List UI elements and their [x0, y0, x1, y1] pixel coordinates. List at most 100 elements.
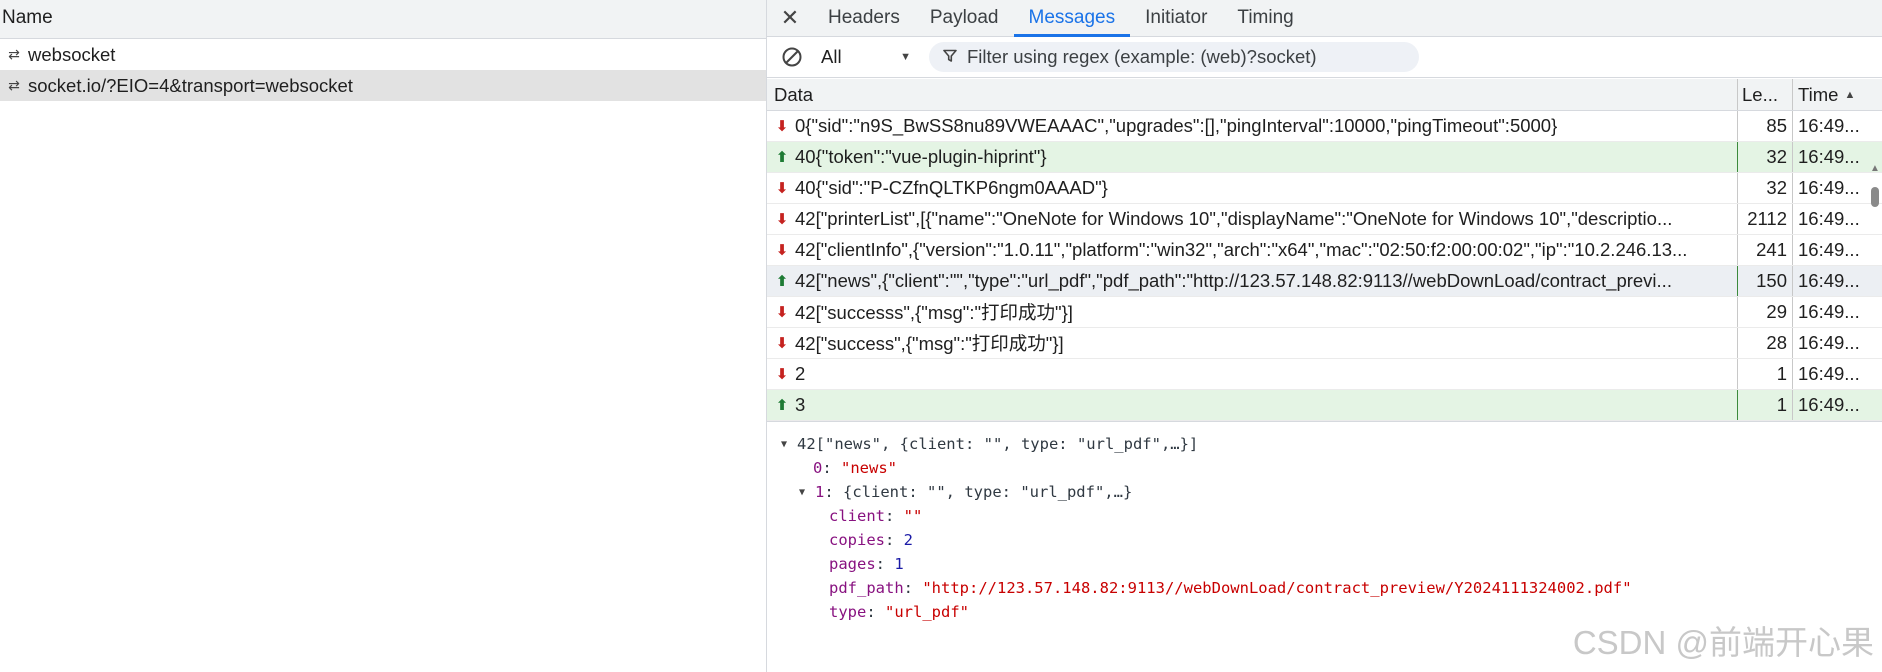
message-length: 241	[1738, 235, 1793, 265]
message-length: 150	[1738, 266, 1793, 296]
table-row[interactable]: ⬇ 42["printerList",[{"name":"OneNote for …	[767, 204, 1882, 235]
request-row-socketio[interactable]: ⇄ socket.io/?EIO=4&transport=websocket	[0, 70, 766, 101]
table-row[interactable]: ⬇ 40{"sid":"P-CZfnQLTKP6ngm0AAAD"} 32 16:49…	[767, 173, 1882, 204]
tree-node-1[interactable]: ▼ 1: {client: "", type: "url_pdf",…}	[781, 480, 1632, 504]
tree-value: 2	[903, 531, 914, 549]
column-header-time-label: Time	[1798, 83, 1839, 105]
tab-payload[interactable]: Payload	[915, 0, 1014, 36]
tree-value: "news"	[841, 459, 898, 477]
table-row[interactable]: ⬇ 2 1 16:49...	[767, 359, 1882, 390]
chevron-down-icon: ▼	[900, 51, 911, 63]
sort-ascending-icon: ▲	[1844, 88, 1856, 101]
table-row[interactable]: ⬆ 40{"token":"vue-plugin-hiprint"} 32 16:49…	[767, 142, 1882, 173]
arrow-up-icon: ⬆	[775, 273, 789, 290]
messages-table-header: Data Le... Time ▲	[767, 79, 1882, 111]
tree-field-copies: copies: 2	[829, 531, 914, 549]
message-data-cell: ⬆ 3	[767, 390, 1738, 420]
expand-triangle-icon[interactable]: ▼	[799, 487, 815, 498]
table-row[interactable]: ⬇ 42["success",{"msg":"打印成功"}] 28 16:49...	[767, 328, 1882, 359]
tree-key: pages	[829, 555, 876, 573]
expand-triangle-icon[interactable]: ▼	[781, 439, 797, 450]
scrollbar-thumb[interactable]	[1871, 187, 1879, 207]
message-data-cell: ⬆ 40{"token":"vue-plugin-hiprint"}	[767, 142, 1738, 172]
websocket-icon: ⇄	[8, 77, 20, 93]
tab-timing[interactable]: Timing	[1222, 0, 1308, 36]
arrow-down-icon: ⬇	[775, 366, 789, 383]
tree-fields: client: "" copies: 2 pages: 1 pdf_path: "ht…	[781, 504, 1632, 624]
message-time: 16:49...	[1798, 363, 1860, 384]
tab-headers[interactable]: Headers	[813, 0, 915, 36]
filter-input[interactable]	[965, 45, 1399, 69]
message-length: 32	[1738, 173, 1793, 203]
message-data: 42["printerList",[{"name":"OneNote for W…	[795, 208, 1673, 229]
message-length: 1	[1738, 390, 1793, 420]
tree-field-pdf_path: pdf_path: "http://123.57.148.82:9113//we…	[829, 579, 1632, 597]
detail-tabbar: ✕ Headers Payload Messages Initiator Tim…	[767, 0, 1882, 37]
message-data: 42["clientInfo",{"version":"1.0.11","pla…	[795, 239, 1688, 260]
scroll-up-icon[interactable]: ▲	[1870, 163, 1880, 174]
message-length: 32	[1738, 142, 1793, 172]
message-time: 16:49...	[1798, 177, 1860, 198]
message-data-cell: ⬇ 0{"sid":"n9S_BwSS8nu89VWEAAAC","upgrade…	[767, 111, 1738, 141]
message-type-value: All	[821, 46, 842, 67]
close-icon[interactable]: ✕	[767, 0, 813, 36]
detail-pane: ✕ Headers Payload Messages Initiator Tim…	[767, 0, 1882, 672]
vertical-scrollbar[interactable]: ▲ ▼	[1868, 163, 1882, 421]
clear-messages-icon[interactable]	[779, 44, 805, 70]
arrow-down-icon: ⬇	[775, 242, 789, 259]
tab-initiator[interactable]: Initiator	[1130, 0, 1222, 36]
message-data-cell: ⬇ 42["clientInfo",{"version":"1.0.11","pl…	[767, 235, 1738, 265]
filter-icon	[943, 49, 957, 66]
tree-field-type: type: "url_pdf"	[829, 603, 969, 621]
tree-value: "http://123.57.148.82:9113//webDownLoad/…	[922, 579, 1632, 597]
column-header-length[interactable]: Le...	[1738, 79, 1793, 110]
request-name: socket.io/?EIO=4&transport=websocket	[28, 74, 353, 96]
table-row[interactable]: ⬇ 0{"sid":"n9S_BwSS8nu89VWEAAAC","upgrade…	[767, 111, 1882, 142]
message-filter-bar: All ▼	[767, 37, 1882, 78]
column-header-time[interactable]: Time ▲	[1793, 79, 1867, 110]
arrow-down-icon: ⬇	[775, 118, 789, 135]
arrow-down-icon: ⬇	[775, 180, 789, 197]
message-time: 16:49...	[1798, 115, 1860, 136]
tree-root-node[interactable]: ▼ 42["news", {client: "", type: "url_pdf"…	[781, 432, 1632, 456]
tree-value: "url_pdf"	[885, 603, 969, 621]
arrow-down-icon: ⬇	[775, 211, 789, 228]
tree-key: 1	[815, 483, 825, 501]
message-data-cell: ⬇ 42["printerList",[{"name":"OneNote for …	[767, 204, 1738, 234]
message-time: 16:49...	[1798, 332, 1860, 353]
table-row[interactable]: ⬆ 3 1 16:49...	[767, 390, 1882, 421]
message-data: 42["news",{"client":"","type":"url_pdf",…	[795, 270, 1672, 291]
tree-field-pages: pages: 1	[829, 555, 904, 573]
message-length: 85	[1738, 111, 1793, 141]
message-data: 2	[795, 363, 806, 384]
name-column-header[interactable]: Name	[0, 0, 766, 39]
message-time: 16:49...	[1798, 208, 1860, 229]
arrow-up-icon: ⬆	[775, 397, 789, 414]
message-type-select[interactable]: All ▼	[821, 46, 911, 68]
messages-table-body: ⬇ 0{"sid":"n9S_BwSS8nu89VWEAAAC","upgrade…	[767, 111, 1882, 421]
tree-value: 1	[894, 555, 904, 573]
tree-key: type	[829, 603, 867, 621]
tree-key: copies	[829, 531, 885, 549]
request-row-websocket[interactable]: ⇄ websocket	[0, 39, 766, 70]
message-length: 28	[1738, 328, 1793, 358]
table-row[interactable]: ⬇ 42["clientInfo",{"version":"1.0.11","pl…	[767, 235, 1882, 266]
messages-table: Data Le... Time ▲ ⬇ 0{"sid":"n9S_BwSS8nu8…	[767, 79, 1882, 422]
message-time: 16:49...	[1798, 394, 1860, 415]
message-data-cell: ⬆ 42["news",{"client":"","type":"url_pdf"…	[767, 266, 1738, 296]
message-time: 16:49...	[1798, 146, 1860, 167]
message-time: 16:49...	[1798, 270, 1860, 291]
tree-key: client	[829, 507, 885, 525]
message-data: 42["successs",{"msg":"打印成功"}]	[795, 302, 1073, 323]
message-data-cell: ⬇ 42["success",{"msg":"打印成功"}]	[767, 328, 1738, 358]
message-data-cell: ⬇ 42["successs",{"msg":"打印成功"}]	[767, 297, 1738, 327]
column-header-data[interactable]: Data	[767, 79, 1738, 110]
watermark: CSDN @前端开心果	[1572, 624, 1874, 661]
message-data: 40{"sid":"P-CZfnQLTKP6ngm0AAAD"}	[795, 177, 1108, 198]
arrow-up-icon: ⬆	[775, 149, 789, 166]
tab-messages[interactable]: Messages	[1013, 0, 1131, 37]
request-list-pane: Name ⇄ websocket ⇄ socket.io/?EIO=4&tran…	[0, 0, 767, 672]
table-row[interactable]: ⬆ 42["news",{"client":"","type":"url_pdf"…	[767, 266, 1882, 297]
message-data: 42["success",{"msg":"打印成功"}]	[795, 333, 1064, 354]
table-row[interactable]: ⬇ 42["successs",{"msg":"打印成功"}] 29 16:49...	[767, 297, 1882, 328]
